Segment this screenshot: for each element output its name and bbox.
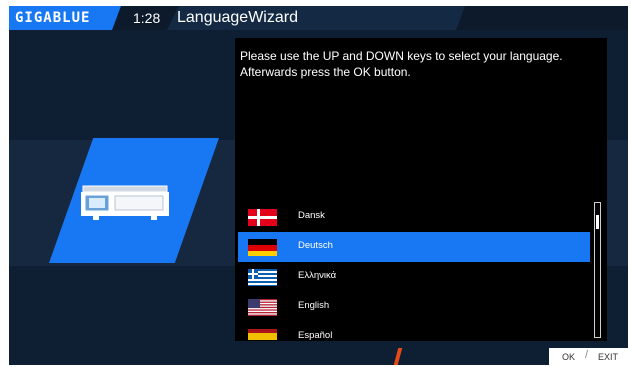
language-list[interactable]: Dansk Deutsch Ελληνικά English Español — [238, 202, 590, 340]
language-label: Deutsch — [298, 240, 333, 251]
language-label: Español — [298, 330, 333, 340]
logo-box: GIGABLUE — [9, 6, 121, 30]
ui-root: GIGABLUE 1:28 LanguageWizard Please use … — [9, 6, 628, 365]
list-item-english[interactable]: English — [238, 292, 590, 322]
germany-flag-icon — [248, 239, 277, 256]
scrollbar-thumb[interactable] — [596, 215, 599, 229]
footer-accent — [393, 348, 403, 365]
exit-button[interactable]: EXIT — [598, 352, 618, 362]
header-bar: GIGABLUE 1:28 LanguageWizard — [9, 6, 628, 30]
page-title: LanguageWizard — [177, 9, 298, 26]
footer-separator: / — [585, 349, 589, 361]
spain-flag-icon — [248, 329, 277, 340]
list-item-espanol[interactable]: Español — [238, 322, 590, 340]
language-label: English — [298, 300, 330, 311]
list-item-deutsch[interactable]: Deutsch — [238, 232, 590, 262]
language-dialog: Please use the UP and DOWN keys to selec… — [235, 38, 607, 341]
ok-button[interactable]: OK — [562, 352, 575, 362]
list-item-greek[interactable]: Ελληνικά — [238, 262, 590, 292]
instruction-text: Please use the UP and DOWN keys to selec… — [240, 49, 563, 79]
greece-flag-icon — [248, 269, 277, 286]
language-label: Ελληνικά — [298, 270, 337, 281]
language-label: Dansk — [298, 210, 325, 221]
usa-flag-icon — [248, 299, 277, 316]
brand-logo: GIGABLUE — [15, 10, 91, 26]
denmark-flag-icon — [248, 209, 277, 226]
clock: 1:28 — [133, 10, 161, 26]
list-item-dansk[interactable]: Dansk — [238, 202, 590, 232]
scrollbar[interactable] — [594, 202, 601, 338]
receiver-icon — [81, 185, 169, 220]
